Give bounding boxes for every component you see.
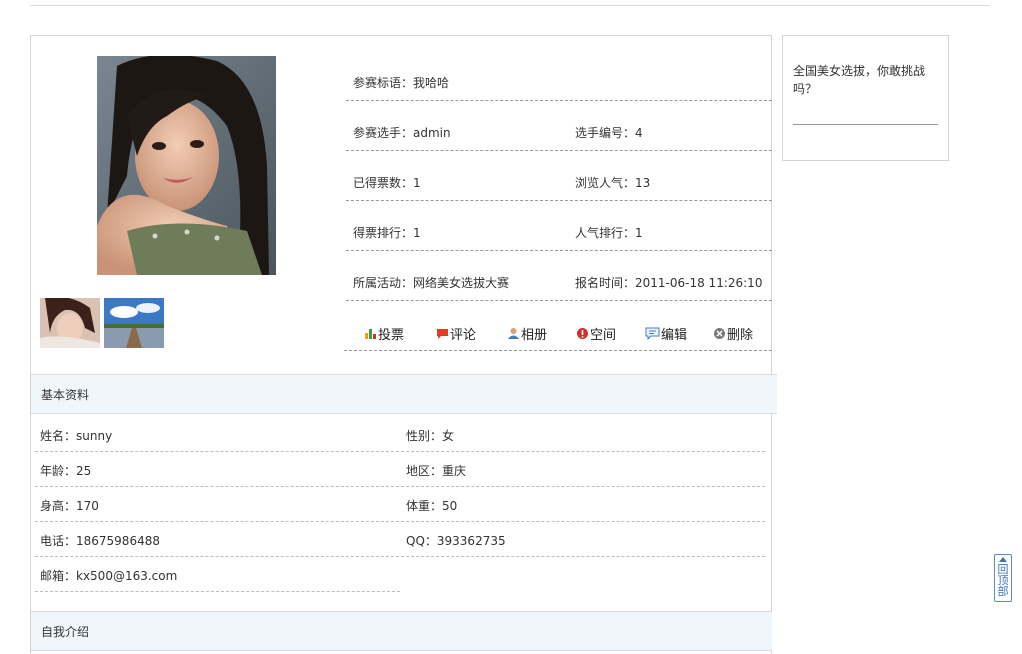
signup-time: 报名时间：2011-06-18 11:26:10	[575, 276, 763, 290]
info-row-player: 参赛选手：admin 选手编号：4	[346, 101, 772, 151]
profile-row: 年龄：25 地区：重庆	[35, 452, 765, 487]
vote-label: 投票	[378, 328, 405, 343]
intro-title: 自我介绍	[41, 625, 90, 639]
profile-email: 邮箱：kx500@163.com	[40, 569, 178, 583]
edit-label: 编辑	[661, 328, 688, 343]
profile-qq: QQ：393362735	[406, 534, 506, 548]
edit-button[interactable]: 编辑	[645, 324, 687, 343]
profile-name: 姓名：sunny	[40, 429, 113, 443]
bar-chart-icon	[365, 329, 376, 339]
sidebar-promo-text: 全国美女选拔，你敢挑战吗？	[793, 64, 926, 96]
profile-row: 姓名：sunny 性别：女	[35, 417, 765, 452]
player-number: 选手编号：4	[575, 126, 643, 140]
delete-label: 删除	[727, 328, 754, 343]
profile-region: 地区：重庆	[406, 464, 467, 478]
vote-rank: 得票排行：1	[353, 226, 421, 240]
profile-phone: 电话：18675986488	[40, 534, 160, 548]
profile-row: 邮箱：kx500@163.com	[35, 557, 400, 592]
arrow-up-icon	[999, 557, 1007, 562]
contestant-panel: 参赛标语：我哈哈 参赛选手：admin 选手编号：4 已得票数：1 浏览人气：1…	[30, 35, 777, 654]
album-button[interactable]: 相册	[507, 324, 547, 343]
slogan-text: 参赛标语：我哈哈	[353, 76, 450, 90]
popularity-rank: 人气排行：1	[575, 226, 643, 240]
alert-icon	[577, 328, 588, 339]
votes-count: 已得票数：1	[353, 176, 421, 190]
photo-thumbnail[interactable]	[104, 298, 164, 348]
sidebar-promo: 全国美女选拔，你敢挑战吗？	[782, 35, 949, 161]
comment-label: 评论	[450, 328, 477, 343]
profile-row: 电话：18675986488 QQ：393362735	[35, 522, 765, 557]
views-count: 浏览人气：13	[575, 176, 651, 190]
basic-info-header: 基本资料	[31, 374, 777, 414]
activity-name: 所属活动：网络美女选拔大赛	[353, 276, 510, 290]
profile-height: 身高：170	[40, 499, 99, 513]
space-button[interactable]: 空间	[576, 324, 616, 343]
back-to-top-button[interactable]: 回 顶 部	[994, 554, 1012, 602]
space-label: 空间	[590, 328, 617, 343]
info-row-activity: 所属活动：网络美女选拔大赛 报名时间：2011-06-18 11:26:10	[346, 251, 772, 301]
album-label: 相册	[521, 328, 548, 343]
photo-thumbnail[interactable]	[40, 298, 100, 348]
vote-button[interactable]: 投票	[364, 324, 404, 343]
sidebar-divider	[793, 124, 938, 125]
player-name: 参赛选手：admin	[353, 126, 451, 140]
info-row-slogan: 参赛标语：我哈哈	[346, 51, 772, 101]
info-row-ranks: 得票排行：1 人气排行：1	[346, 201, 772, 251]
basic-info-title: 基本资料	[41, 388, 90, 402]
top-divider	[30, 5, 989, 6]
user-icon	[508, 328, 519, 339]
contestant-photo[interactable]	[97, 56, 276, 275]
profile-age: 年龄：25	[40, 464, 92, 478]
profile-row: 身高：170 体重：50	[35, 487, 765, 522]
info-row-votes: 已得票数：1 浏览人气：13	[346, 151, 772, 201]
delete-icon	[714, 328, 725, 339]
profile-weight: 体重：50	[406, 499, 458, 513]
comment-button[interactable]: 评论	[436, 324, 476, 343]
profile-gender: 性别：女	[406, 429, 455, 443]
delete-button[interactable]: 删除	[713, 324, 753, 343]
intro-header: 自我介绍	[31, 611, 772, 651]
back-to-top-char: 部	[997, 585, 1009, 598]
edit-bubble-icon	[645, 327, 660, 340]
comment-icon	[437, 329, 448, 339]
action-bar: 投票 评论 相册 空间 编辑 删除	[344, 302, 772, 351]
